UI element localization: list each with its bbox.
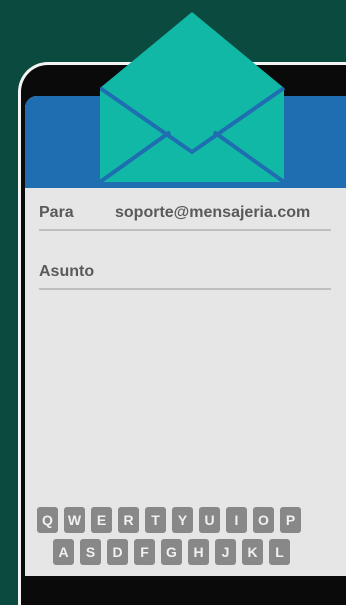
open-envelope-icon	[100, 12, 285, 182]
key-u[interactable]: U	[199, 507, 220, 533]
key-d[interactable]: D	[107, 539, 128, 565]
key-r[interactable]: R	[118, 507, 139, 533]
key-f[interactable]: F	[134, 539, 155, 565]
key-o[interactable]: O	[253, 507, 274, 533]
subject-field[interactable]: Asunto	[39, 256, 331, 290]
key-a[interactable]: A	[53, 539, 74, 565]
envelope-body	[100, 88, 284, 182]
key-s[interactable]: S	[80, 539, 101, 565]
key-k[interactable]: K	[242, 539, 263, 565]
key-w[interactable]: W	[64, 507, 85, 533]
key-l[interactable]: L	[269, 539, 290, 565]
keyboard-row-2: A S D F G H J K L	[53, 539, 346, 565]
to-label: Para	[39, 204, 74, 221]
key-h[interactable]: H	[188, 539, 209, 565]
to-field[interactable]: Para soporte@mensajeria.com	[39, 197, 331, 231]
key-g[interactable]: G	[161, 539, 182, 565]
key-p[interactable]: P	[280, 507, 301, 533]
subject-label: Asunto	[39, 263, 95, 280]
key-t[interactable]: T	[145, 507, 166, 533]
key-e[interactable]: E	[91, 507, 112, 533]
keyboard-row-1: Q W E R T Y U I O P	[37, 507, 346, 533]
key-j[interactable]: J	[215, 539, 236, 565]
key-i[interactable]: I	[226, 507, 247, 533]
to-input[interactable]: soporte@mensajeria.com	[115, 204, 310, 222]
key-q[interactable]: Q	[37, 507, 58, 533]
key-y[interactable]: Y	[172, 507, 193, 533]
